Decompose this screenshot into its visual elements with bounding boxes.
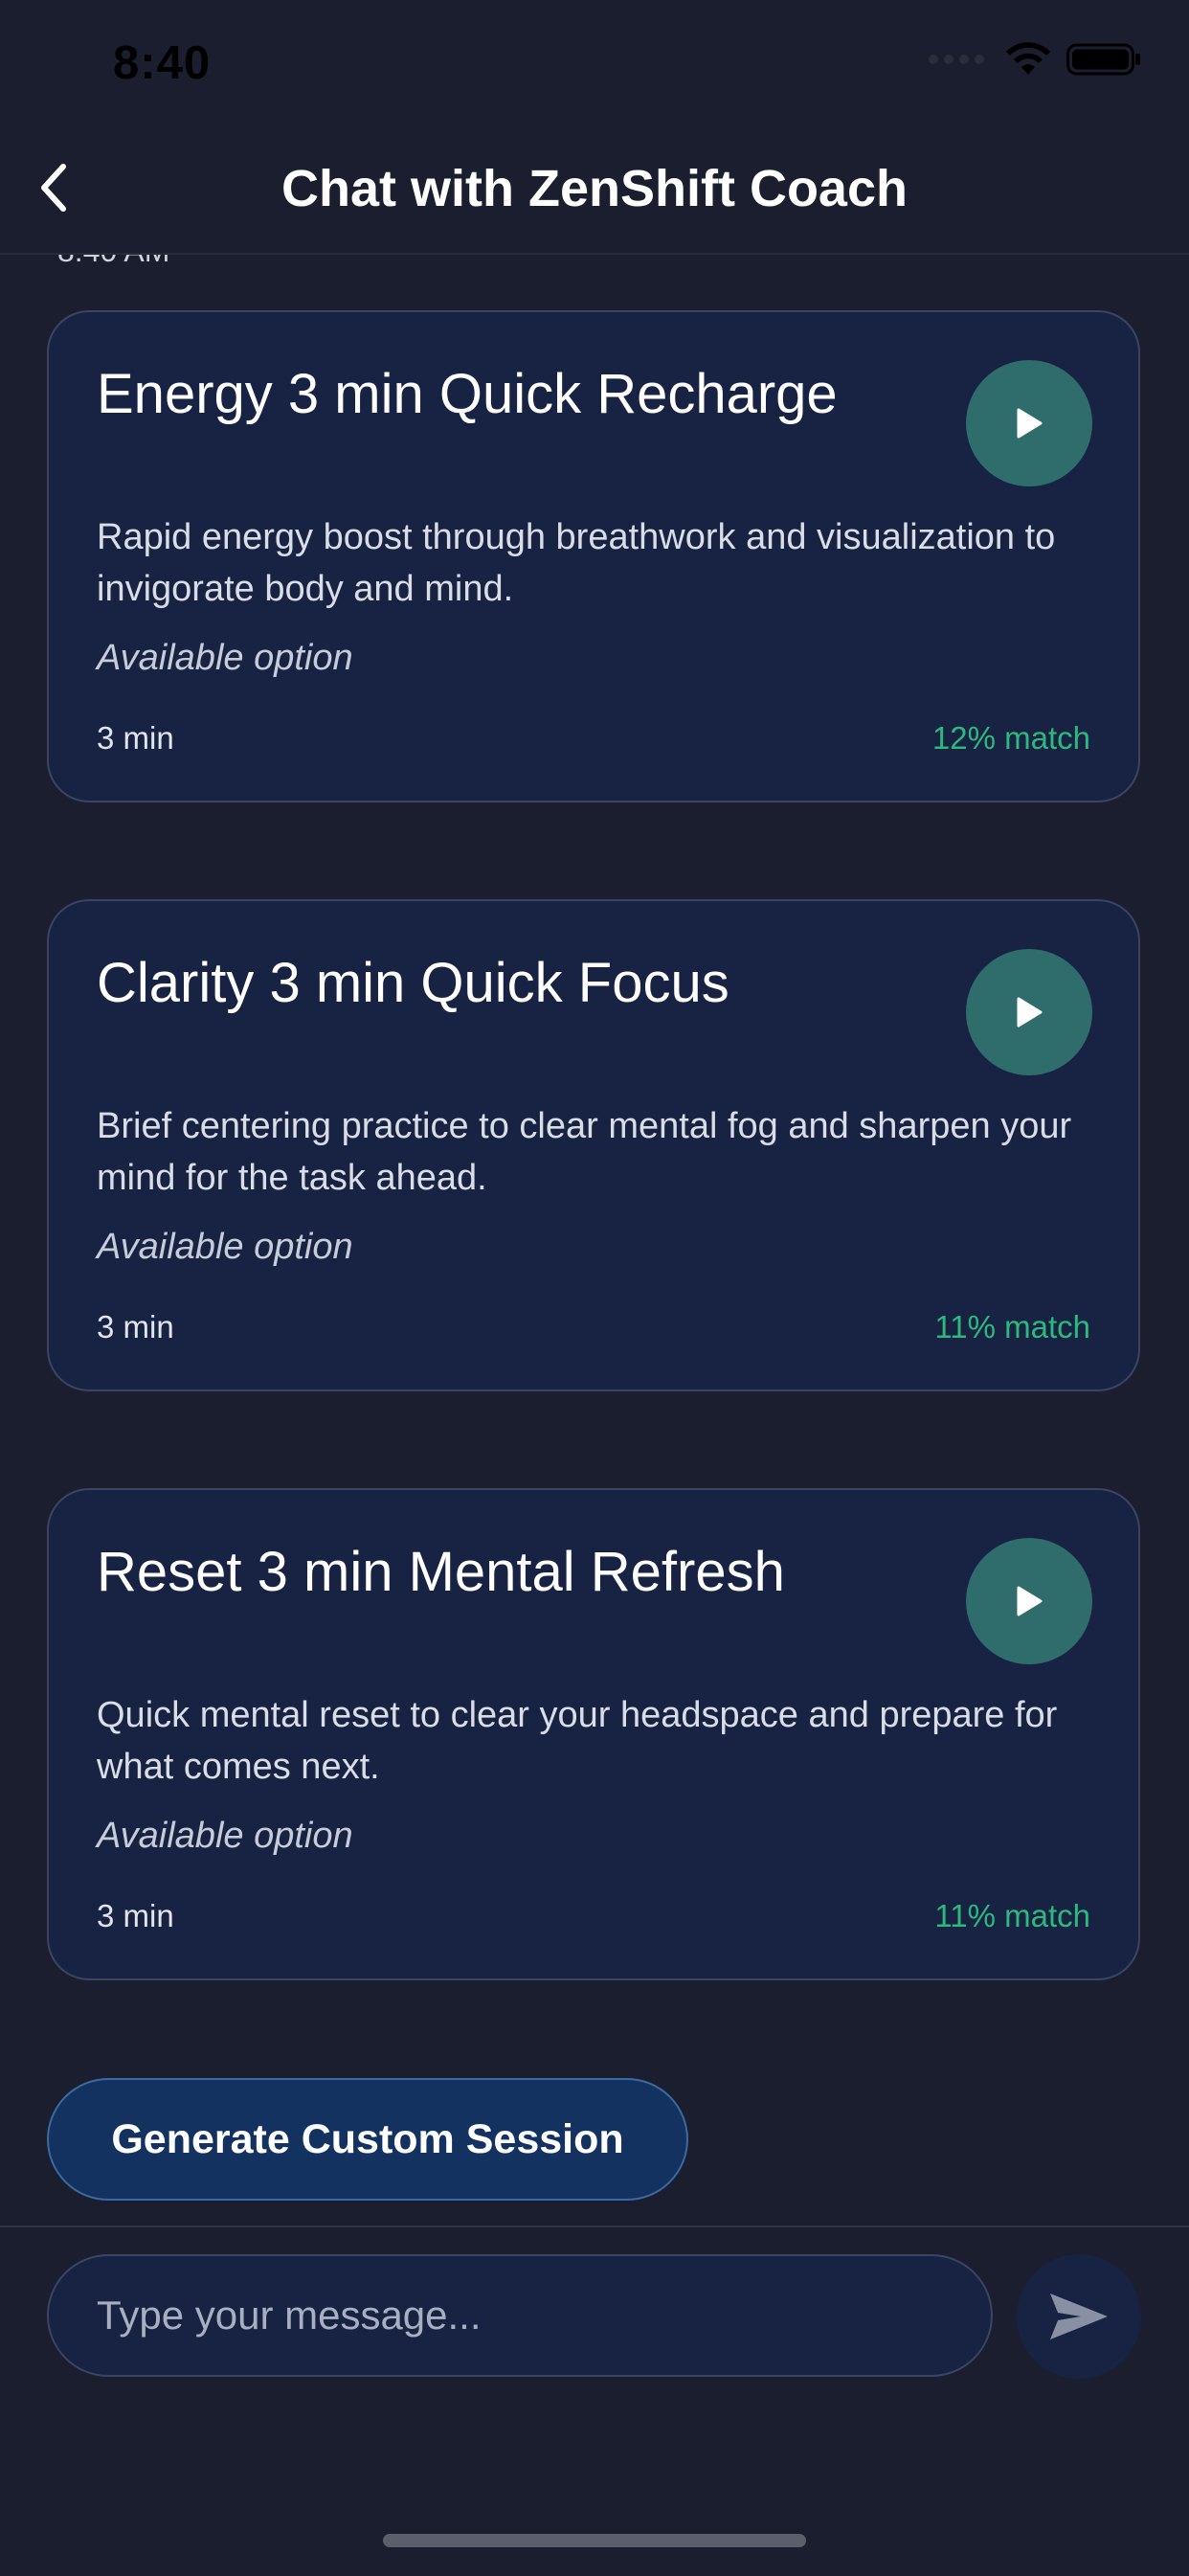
session-card-clarity[interactable]: Clarity 3 min Quick Focus Brief centerin… xyxy=(47,899,1140,1391)
status-icons xyxy=(929,42,1141,77)
message-timestamp: 8:40 AM xyxy=(57,255,169,269)
generate-custom-session-button[interactable]: Generate Custom Session xyxy=(47,2078,688,2201)
status-bar: 8:40 xyxy=(0,0,1189,124)
chat-messages[interactable]: 8:40 AM Energy 3 min Quick Recharge Rapi… xyxy=(0,255,1189,2226)
wifi-icon xyxy=(1006,42,1050,75)
session-option-label: Available option xyxy=(97,638,353,678)
session-duration: 3 min xyxy=(97,1898,174,1933)
signal-dots-icon xyxy=(929,55,984,64)
send-button[interactable] xyxy=(1017,2254,1141,2379)
session-description: Rapid energy boost through breathwork an… xyxy=(97,517,1056,609)
top-nav-bar: Chat with ZenShift Coach xyxy=(0,124,1189,255)
session-option-label: Available option xyxy=(97,1816,353,1856)
play-button[interactable] xyxy=(966,949,1092,1075)
battery-icon xyxy=(1066,43,1140,76)
home-indicator xyxy=(383,2534,806,2547)
session-duration: 3 min xyxy=(97,1309,174,1344)
message-input[interactable]: Type your message... xyxy=(47,2254,993,2377)
send-icon xyxy=(1050,2294,1108,2339)
play-icon xyxy=(1017,997,1043,1028)
session-card-reset[interactable]: Reset 3 min Mental Refresh Quick mental … xyxy=(47,1488,1140,1980)
message-composer: Type your message... xyxy=(0,2226,1189,2576)
play-icon xyxy=(1017,1586,1043,1616)
session-duration: 3 min xyxy=(97,720,174,756)
page-title: Chat with ZenShift Coach xyxy=(281,160,908,217)
session-title: Clarity 3 min Quick Focus xyxy=(97,952,729,1014)
session-match: 11% match xyxy=(934,1898,1090,1933)
session-option-label: Available option xyxy=(97,1227,353,1267)
play-button[interactable] xyxy=(966,360,1092,486)
session-description: Quick mental reset to clear your headspa… xyxy=(97,1695,1058,1787)
status-time: 8:40 xyxy=(113,37,212,89)
play-icon xyxy=(1017,408,1043,439)
session-match: 12% match xyxy=(931,720,1090,756)
play-button[interactable] xyxy=(966,1538,1092,1664)
session-match: 11% match xyxy=(934,1309,1090,1344)
session-title: Energy 3 min Quick Recharge xyxy=(97,363,838,425)
session-description: Brief centering practice to clear mental… xyxy=(97,1106,1072,1198)
session-title: Reset 3 min Mental Refresh xyxy=(97,1541,785,1603)
session-card-energy[interactable]: Energy 3 min Quick Recharge Rapid energy… xyxy=(47,310,1140,802)
